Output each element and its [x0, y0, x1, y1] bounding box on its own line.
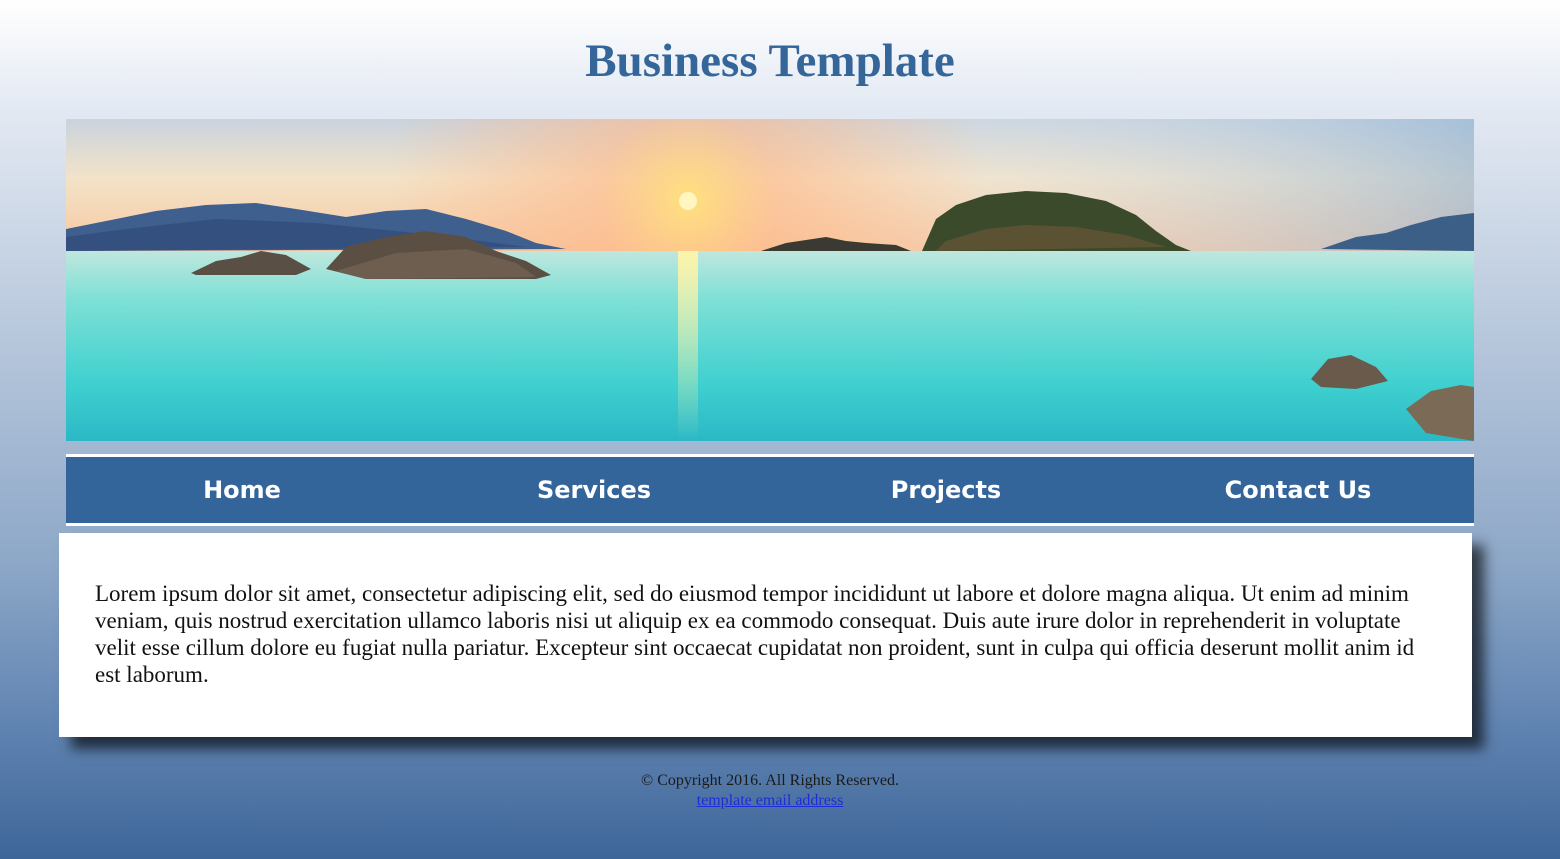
- footer: © Copyright 2016. All Rights Reserved. t…: [0, 771, 1540, 811]
- nav-item-services[interactable]: Services: [418, 457, 770, 523]
- banner-image: [66, 119, 1474, 441]
- copyright-text: © Copyright 2016. All Rights Reserved.: [641, 772, 899, 789]
- nav-item-home[interactable]: Home: [66, 457, 418, 523]
- nav-item-contact-us[interactable]: Contact Us: [1122, 457, 1474, 523]
- page-title: Business Template: [585, 35, 955, 87]
- email-link[interactable]: template email address: [697, 791, 844, 811]
- main-nav: Home Services Projects Contact Us: [66, 454, 1474, 526]
- content-panel: Lorem ipsum dolor sit amet, consectetur …: [59, 533, 1472, 737]
- nav-item-projects[interactable]: Projects: [770, 457, 1122, 523]
- body-text: Lorem ipsum dolor sit amet, consectetur …: [95, 581, 1415, 687]
